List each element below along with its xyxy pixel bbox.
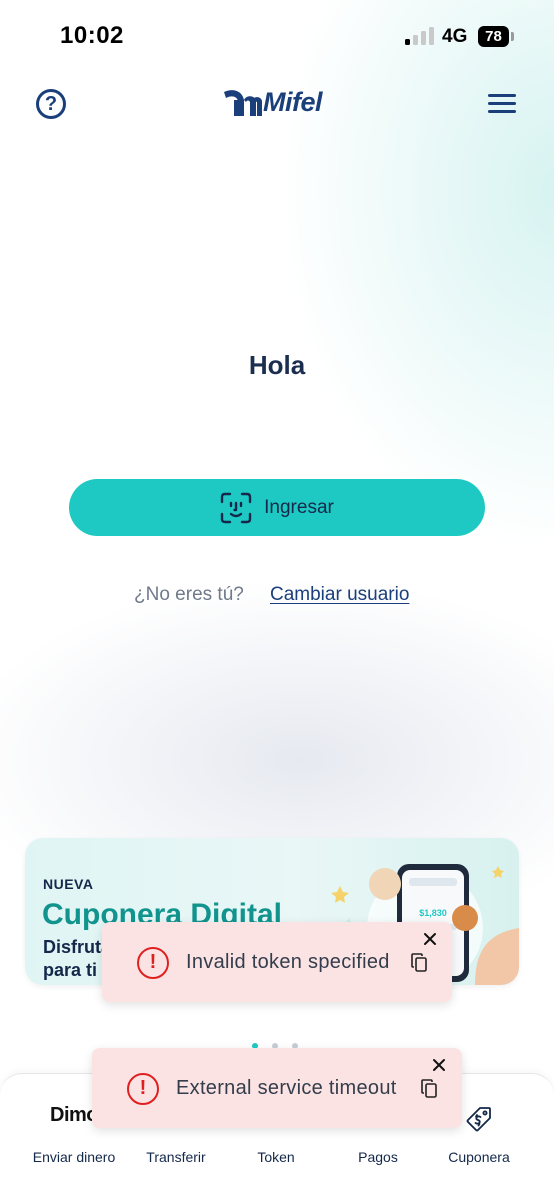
- mifel-logo: Mifel: [220, 86, 340, 122]
- error-icon: !: [137, 947, 169, 979]
- greeting-title: Hola: [248, 350, 306, 380]
- nav-label: Transferir: [146, 1149, 206, 1165]
- promo-subtitle: Disfruta para ti: [43, 936, 111, 982]
- signal-icon: [405, 27, 435, 45]
- nav-label: Token: [257, 1149, 295, 1165]
- hamburger-menu-icon[interactable]: [488, 94, 516, 114]
- promo-subtitle-line2: para ti: [43, 960, 98, 980]
- change-user-link[interactable]: Cambiar usuario: [270, 584, 409, 606]
- battery-icon: 78: [478, 26, 509, 47]
- status-time: 10:02: [60, 22, 124, 49]
- toast-message: External service timeout: [176, 1077, 397, 1099]
- brand-name: Mifel: [263, 87, 323, 117]
- copy-icon[interactable]: [421, 1079, 437, 1098]
- error-icon: !: [127, 1073, 159, 1105]
- close-icon[interactable]: [432, 1058, 446, 1072]
- error-toast: ! External service timeout: [92, 1048, 462, 1128]
- login-button-label: Ingresar: [264, 496, 334, 518]
- nav-label: Cuponera: [448, 1149, 510, 1165]
- battery-tip: [511, 32, 514, 41]
- nav-label: Pagos: [358, 1149, 398, 1165]
- promo-phone-amount: $1,830: [419, 908, 447, 918]
- status-bar: 10:02 4G 78: [0, 0, 554, 66]
- mifel-logo-mark-icon: [224, 90, 262, 116]
- error-toast: ! Invalid token specified: [102, 922, 452, 1002]
- nav-label: Enviar dinero: [32, 1149, 116, 1165]
- copy-icon[interactable]: [411, 953, 427, 972]
- close-icon[interactable]: [423, 932, 437, 946]
- login-button[interactable]: Ingresar: [69, 479, 485, 536]
- promo-badge: NUEVA: [43, 876, 94, 892]
- help-icon[interactable]: ?: [36, 89, 66, 119]
- toast-message: Invalid token specified: [186, 951, 390, 973]
- face-id-icon: [220, 492, 252, 523]
- not-you-label: ¿No eres tú?: [134, 584, 244, 605]
- promo-subtitle-line1: Disfruta: [43, 937, 112, 957]
- network-type: 4G: [442, 26, 468, 47]
